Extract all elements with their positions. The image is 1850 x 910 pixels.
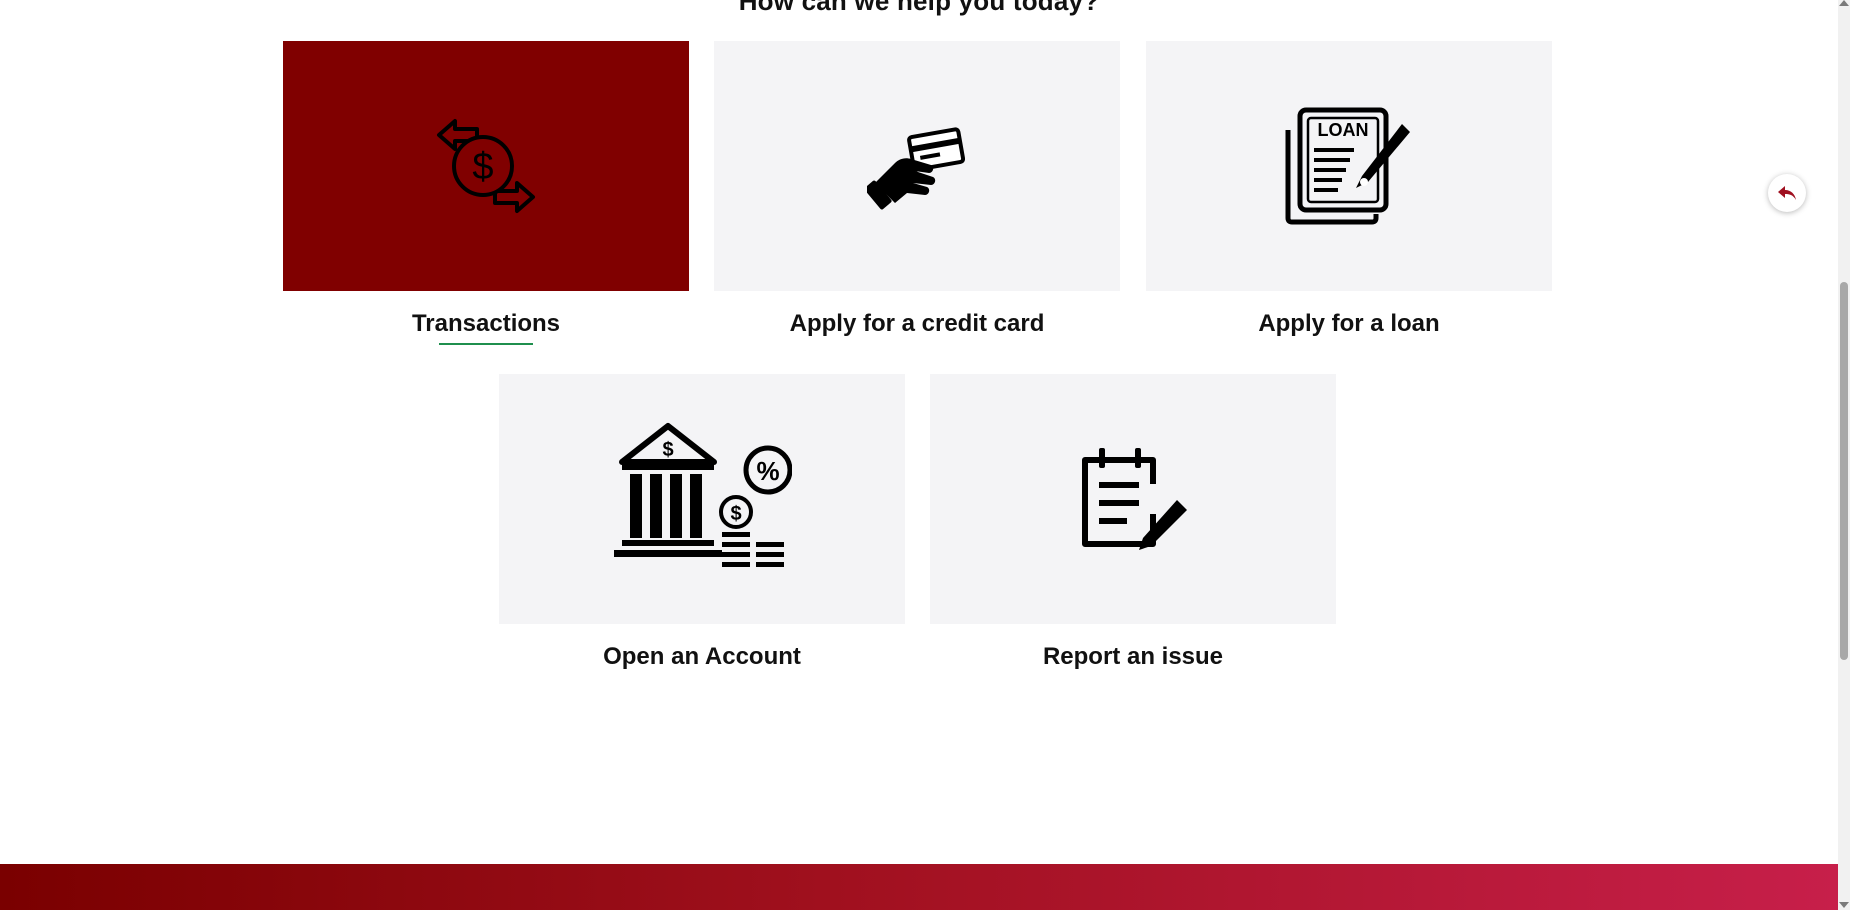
svg-text:$: $ xyxy=(662,439,673,461)
svg-text:$: $ xyxy=(472,146,493,188)
credit-card-icon xyxy=(867,127,966,210)
clipboard-edit-icon xyxy=(1082,448,1187,550)
svg-text:$: $ xyxy=(730,503,741,525)
service-label: Apply for a credit card xyxy=(789,310,1045,337)
scrollbar-thumb[interactable] xyxy=(1840,282,1848,660)
service-tile[interactable]: LOAN xyxy=(1146,41,1552,291)
service-label: Report an issue xyxy=(1042,643,1224,670)
service-card-report-issue[interactable]: Report an issue xyxy=(930,374,1336,672)
transactions-icon: $ xyxy=(437,119,535,213)
scroll-up-icon[interactable] xyxy=(1839,0,1849,6)
service-card-loan[interactable]: LOAN Apply for a loan xyxy=(1146,41,1552,339)
service-tile[interactable]: $ % $ xyxy=(499,374,905,624)
page: How can we help you today? $ Transaction… xyxy=(0,0,1850,910)
service-tile[interactable] xyxy=(714,41,1120,291)
service-label: Apply for a loan xyxy=(1258,310,1440,337)
back-button[interactable] xyxy=(1768,174,1806,212)
service-label: Transactions xyxy=(411,310,561,337)
bank-account-icon: $ % $ xyxy=(614,422,792,567)
service-tile[interactable]: $ xyxy=(283,41,689,291)
scroll-down-icon[interactable] xyxy=(1839,902,1849,908)
service-label: Open an Account xyxy=(603,643,801,670)
page-heading: How can we help you today? xyxy=(738,0,1100,16)
loan-icon-text: LOAN xyxy=(1318,120,1369,140)
service-card-credit-card[interactable]: Apply for a credit card xyxy=(714,41,1120,339)
reply-arrow-icon xyxy=(1778,186,1796,200)
footer-band xyxy=(0,864,1838,910)
service-card-transactions[interactable]: $ Transactions xyxy=(283,41,689,345)
service-card-open-account[interactable]: $ % $ Open an Account xyxy=(499,374,905,672)
vertical-scrollbar[interactable] xyxy=(1838,0,1850,910)
service-tile[interactable] xyxy=(930,374,1336,624)
active-underline xyxy=(439,343,533,345)
loan-document-icon: LOAN xyxy=(1285,107,1410,225)
svg-text:%: % xyxy=(756,456,779,486)
